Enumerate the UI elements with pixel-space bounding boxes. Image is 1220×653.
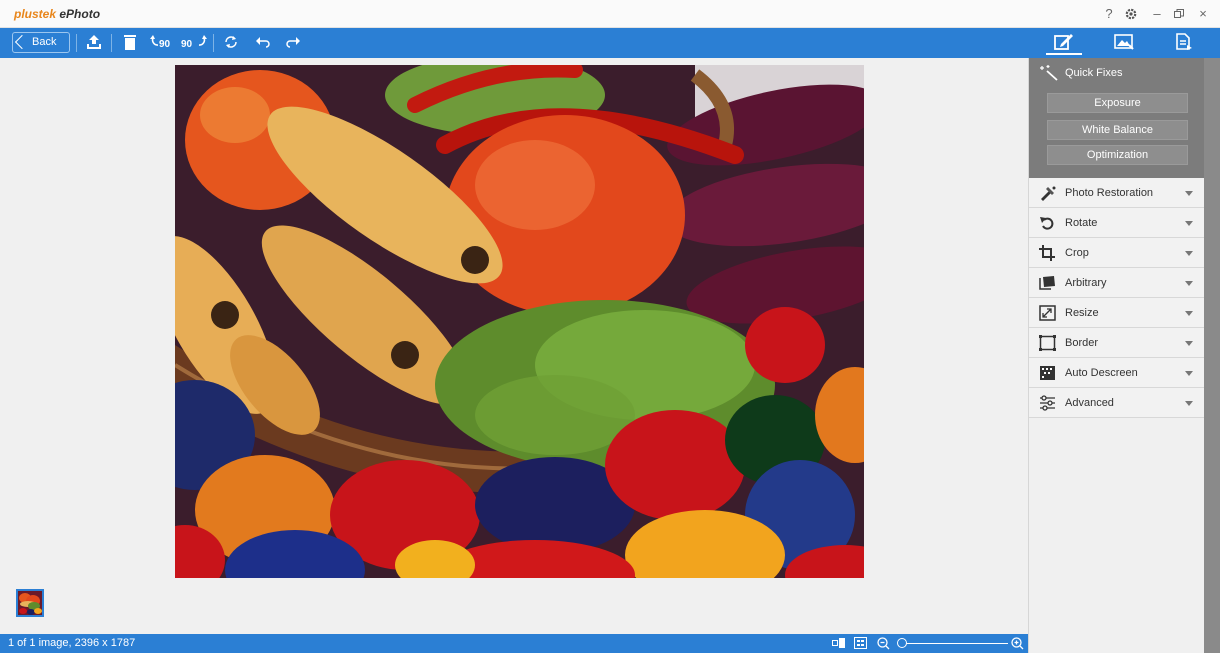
panel-rotate[interactable]: Rotate [1029,208,1205,238]
zoom-in-button[interactable] [1011,637,1024,650]
chevron-down-icon [1185,311,1193,316]
chevron-left-icon [14,34,30,50]
quick-fixes-title: Quick Fixes [1065,67,1123,79]
panel-label: Border [1065,337,1099,349]
upload-button[interactable] [83,34,105,52]
document-export-icon [1176,33,1192,50]
tab-enhance[interactable] [1094,28,1154,58]
panel-label: Rotate [1065,217,1098,229]
delete-button[interactable] [119,34,141,52]
back-button[interactable]: Back [12,32,70,53]
panel-label: Crop [1065,247,1089,259]
toolbar-divider [76,34,77,52]
flip-button[interactable] [220,34,242,52]
fit-window-button[interactable] [854,637,867,650]
panel-scrollbar[interactable] [1204,58,1220,653]
minimize-button[interactable]: – [1148,6,1166,22]
settings-button[interactable] [1122,6,1140,22]
tab-export[interactable] [1154,28,1214,58]
status-text: 1 of 1 image, 2396 x 1787 [8,637,136,649]
rotate-right-90-button[interactable]: 90 [181,34,207,52]
title-bar: plustek ePhoto ? – × [0,0,1220,28]
panel-resize[interactable]: Resize [1029,298,1205,328]
optimization-button[interactable]: Optimization [1047,145,1188,165]
redo-button[interactable] [282,34,304,52]
app-window: plustek ePhoto ? – × Back 90 90 1 of 1 i… [0,0,1220,653]
chevron-down-icon [1185,371,1193,376]
rotate-right-90-icon [198,35,207,46]
exposure-button[interactable]: Exposure [1047,93,1188,113]
chevron-down-icon [1185,191,1193,196]
actual-size-button[interactable] [832,637,846,650]
panel-label: Photo Restoration [1065,187,1154,199]
border-icon [1039,335,1056,351]
logo-product: ePhoto [59,7,101,21]
gear-icon [1125,8,1137,20]
chevron-down-icon [1185,401,1193,406]
panel-label: Arbitrary [1065,277,1107,289]
zoom-slider-track[interactable] [904,643,1008,644]
zoom-out-button[interactable] [877,637,890,650]
help-button[interactable]: ? [1100,6,1118,22]
panel-crop[interactable]: Crop [1029,238,1205,268]
restoration-icon [1041,186,1056,201]
status-bar: 1 of 1 image, 2396 x 1787 [0,634,1028,653]
arbitrary-icon [1039,276,1055,290]
panel-photo-restoration[interactable]: Photo Restoration [1029,178,1205,208]
crop-icon [1039,245,1055,261]
photo-preview[interactable] [175,65,864,578]
chevron-down-icon [1185,251,1193,256]
chevron-down-icon [1185,281,1193,286]
fruit-basket-image [175,65,864,578]
trash-icon [124,35,136,50]
back-label: Back [32,36,57,48]
panel-advanced[interactable]: Advanced [1029,388,1205,418]
logo-brand: plustek [14,7,57,21]
chevron-down-icon [1185,221,1193,226]
image-enhance-icon [1114,34,1134,50]
upload-icon [87,35,101,49]
restore-button[interactable] [1170,6,1188,22]
white-balance-button[interactable]: White Balance [1047,120,1188,140]
toolbar: Back 90 90 [0,28,1028,58]
panel-border[interactable]: Border [1029,328,1205,358]
app-logo: plustek ePhoto [14,7,100,21]
panel-label: Auto Descreen [1065,367,1138,379]
panel-label: Resize [1065,307,1099,319]
edit-panel: Quick Fixes Exposure White Balance Optim… [1028,58,1205,653]
zoom-slider-handle[interactable] [897,638,907,648]
actual-size-icon [832,638,845,648]
panel-arbitrary[interactable]: Arbitrary [1029,268,1205,298]
zoom-in-icon [1011,637,1024,650]
tab-edit[interactable] [1034,28,1094,58]
chevron-down-icon [1185,341,1193,346]
rotate-icon [1040,217,1054,230]
thumbnail[interactable] [16,589,44,617]
edit-icon [1054,34,1073,50]
magic-wand-icon [1040,65,1058,81]
panel-auto-descreen[interactable]: Auto Descreen [1029,358,1205,388]
flip-icon [225,36,237,48]
right-panel-tabs [1028,28,1220,58]
toolbar-divider [111,34,112,52]
thumbnail-image [18,591,42,615]
image-canvas[interactable] [0,58,1028,634]
close-button[interactable]: × [1194,6,1212,22]
undo-button[interactable] [252,34,274,52]
rotate-right-label: 90 [181,39,193,50]
resize-icon [1039,305,1056,321]
zoom-out-icon [877,637,890,650]
redo-icon [286,37,300,48]
undo-icon [256,37,270,48]
descreen-icon [1040,366,1055,380]
rotate-left-90-button[interactable]: 90 [150,34,176,52]
sliders-icon [1040,395,1055,411]
panel-label: Advanced [1065,397,1114,409]
quick-fixes-section: Quick Fixes Exposure White Balance Optim… [1029,58,1205,178]
toolbar-divider [213,34,214,52]
rotate-left-label: 90 [159,39,171,50]
fit-window-icon [854,637,867,649]
restore-icon [1174,9,1184,18]
